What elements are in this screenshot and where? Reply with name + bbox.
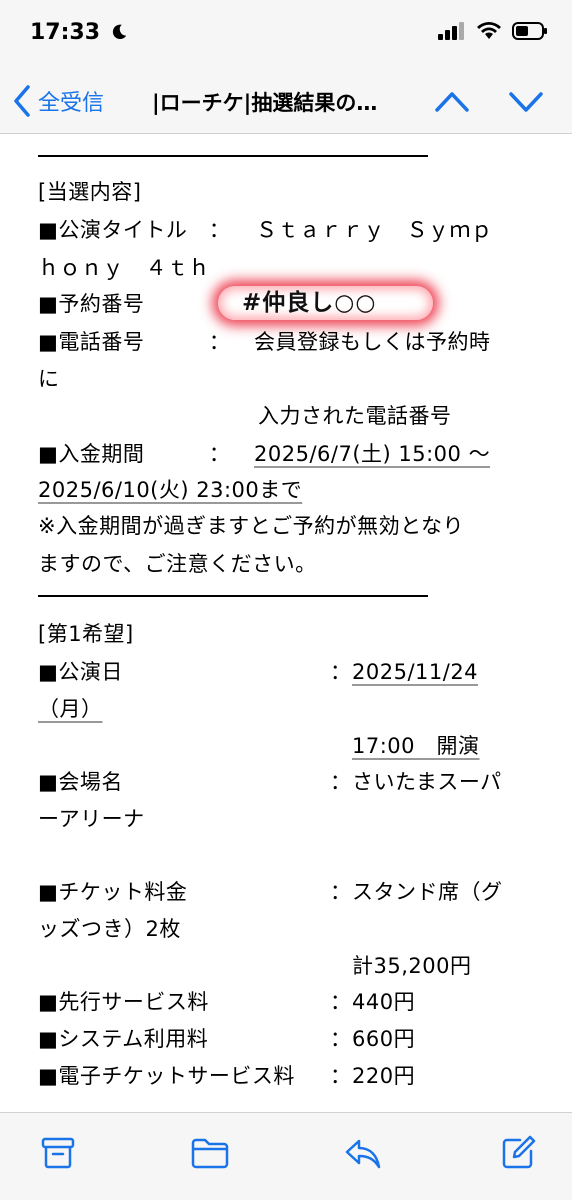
wifi-icon [477,22,501,39]
colon: ： [330,660,352,684]
payment-period-label: ■入金期間 ： [38,442,231,466]
performance-title-label: ■公演タイトル ： [38,218,231,242]
divider [38,595,428,597]
status-bar: 17:33 [0,0,572,70]
performance-date-label: ■公演日 [38,660,123,684]
payment-period-end[interactable]: 2025/6/10(火) 23:00まで [38,472,302,508]
move-to-folder-button[interactable] [190,1135,230,1175]
ticket-price-label: ■チケット料金 [38,880,188,904]
eticket-fee-label: ■電子チケットサービス料 [38,1064,295,1088]
section-header-winning: [当選内容] [38,180,142,204]
performance-date-weekday[interactable]: （月） [38,691,103,727]
advance-fee-label: ■先行サービス料 [38,990,209,1014]
colon: ： [330,880,352,904]
divider [38,155,428,157]
venue-value: さいたまスーパ [352,770,502,794]
colon: ： [330,770,352,794]
performance-title-value: Ｓｔａｒｒｙ Ｓｙｍｐ [256,218,493,242]
ticket-price-value: スタンド席（グ [352,880,503,904]
compose-button[interactable] [500,1135,536,1175]
mail-body: [当選内容] ■公演タイトル ： Ｓｔａｒｒｙ Ｓｙｍｐ ｈｏｎｙ ４ｔｈ ■予… [0,136,572,1112]
folder-icon [191,1138,229,1169]
payment-period-start[interactable]: 2025/6/7(土) 15:00 ～ [254,436,490,472]
nav-bar: 全受信 |ローチケ|抽選結果の… [0,70,572,134]
compose-icon [502,1135,536,1169]
performance-date-value[interactable]: 2025/11/24 [352,654,478,690]
performance-start-time[interactable]: 17:00 開演 [352,728,480,764]
redaction-text: #仲良し○○ [242,290,377,316]
eticket-fee-value: 220円 [352,1064,416,1088]
moon-icon [112,24,126,40]
colon: ： [330,1027,352,1051]
reply-icon [345,1139,381,1169]
venue-value-cont: ーアリーナ [38,807,145,831]
system-fee-label: ■システム利用料 [38,1027,209,1051]
archive-button[interactable] [40,1135,76,1175]
chevron-down-icon [509,92,543,112]
section-header-first-choice: [第1希望] [38,622,134,646]
phone-value-cont: に [38,367,60,391]
battery-icon [512,22,547,40]
phone-label: ■電話番号 ： [38,330,231,354]
previous-message-button[interactable] [434,84,470,122]
reservation-number-label: ■予約番号 [38,292,145,316]
colon: ： [330,990,352,1014]
message-title: |ローチケ|抽選結果の… [152,91,378,115]
signal-icon [438,22,464,40]
ticket-price-value-cont: ッズつき）2枚 [38,917,181,941]
colon: ： [330,1064,352,1088]
archive-icon [41,1137,75,1169]
redaction-sticker: #仲良し○○ [218,286,433,320]
back-label: 全受信 [38,91,105,116]
venue-label: ■会場名 [38,770,123,794]
notice-line-2: ますので、ご注意ください。 [38,552,317,576]
reply-button[interactable] [344,1135,382,1175]
status-indicators [438,22,548,40]
chevron-up-icon [435,92,469,112]
bottom-toolbar [0,1112,572,1200]
phone-value: 会員登録もしくは予約時 [254,330,491,354]
advance-fee-value: 440円 [352,990,416,1014]
status-time: 17:33 [30,20,128,45]
ticket-price-total: 計35,200円 [352,954,472,978]
performance-title-value-cont: ｈｏｎｙ ４ｔｈ [38,256,210,280]
chevron-left-icon [14,85,30,117]
system-fee-value: 660円 [352,1027,416,1051]
back-button[interactable]: 全受信 [12,84,104,118]
phone-value-note: 入力された電話番号 [258,404,452,428]
notice-line-1: ※入金期間が過ぎますとご予約が無効となり [38,514,464,538]
next-message-button[interactable] [508,84,544,122]
